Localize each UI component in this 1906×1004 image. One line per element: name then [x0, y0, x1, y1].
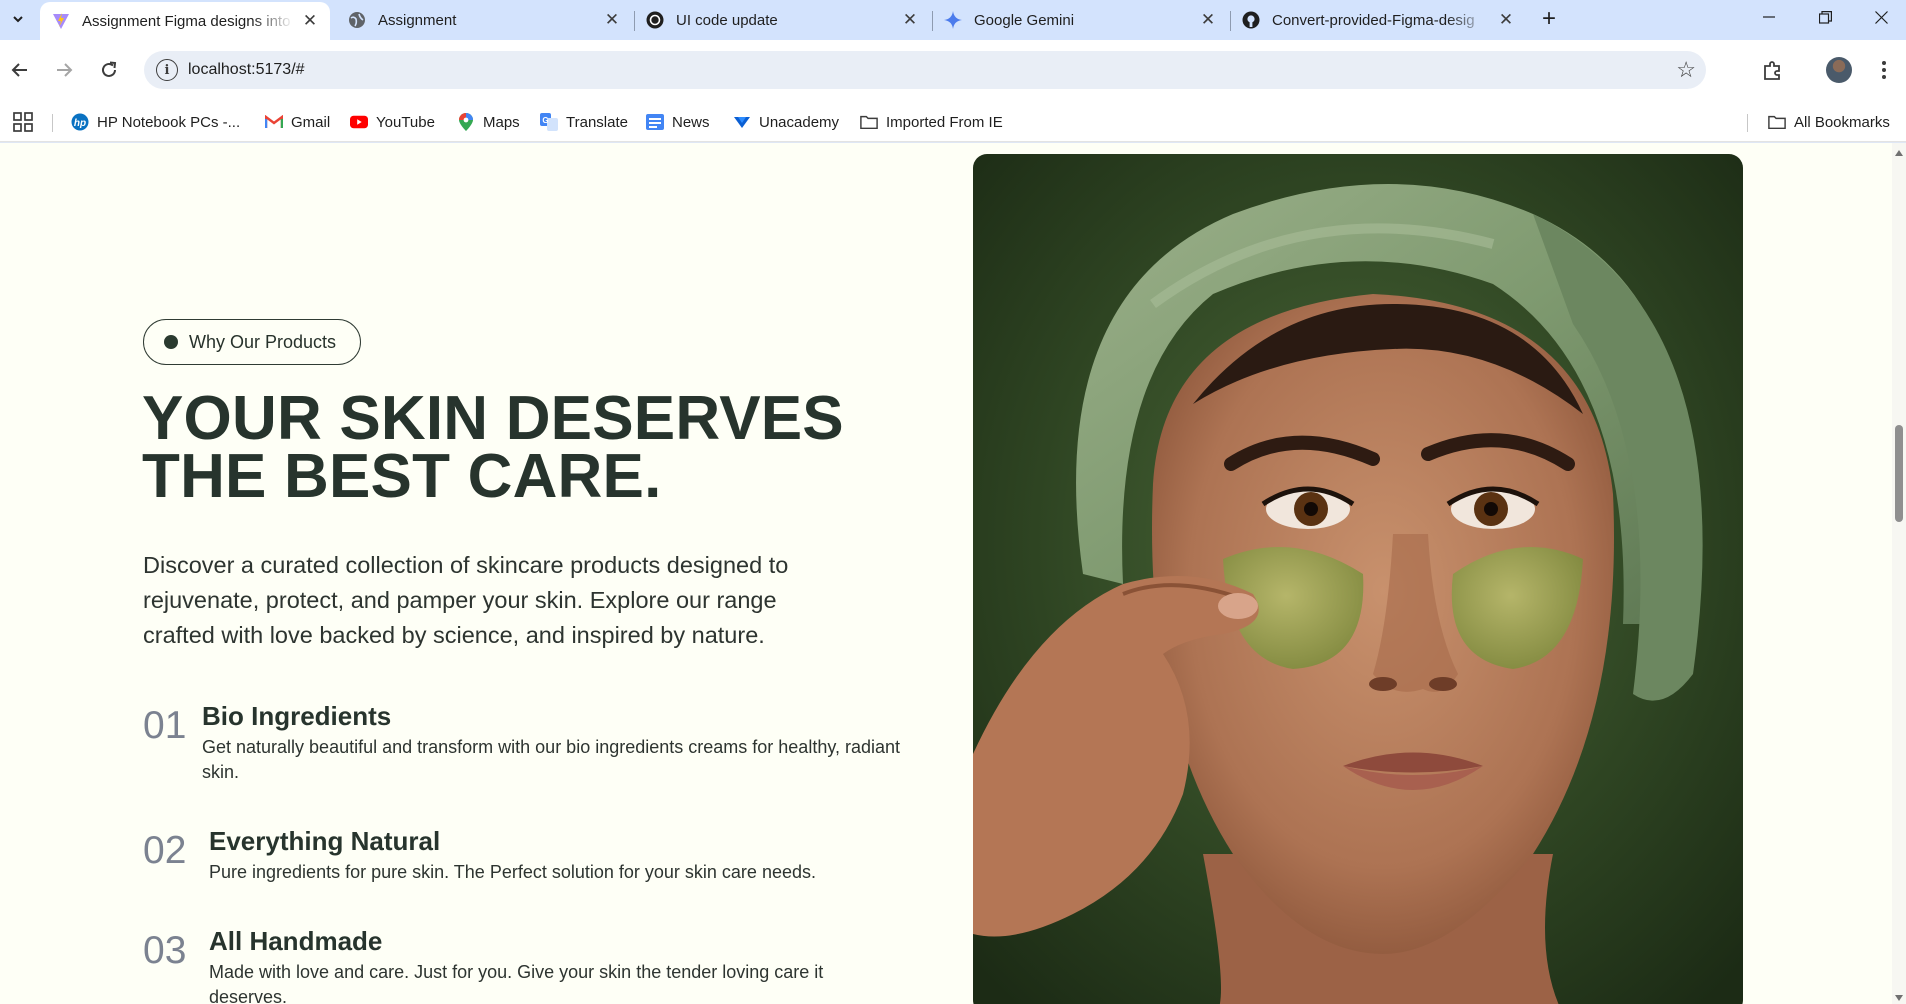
avatar [1826, 57, 1852, 83]
hero-photo-woman-eye-patches [973, 154, 1743, 1004]
hero-title-line-1: YOUR SKIN DESERVES [142, 384, 844, 453]
bookmark-gmail[interactable]: Gmail [265, 110, 330, 134]
back-arrow-icon[interactable] [3, 53, 37, 87]
chatgpt-icon [646, 11, 664, 29]
feature-number: 02 [143, 829, 187, 872]
hero-description: Discover a curated collection of skincar… [143, 552, 789, 648]
tab-github-convert[interactable]: Convert-provided-Figma-desig ✕ [1230, 3, 1526, 37]
tab-title: Convert-provided-Figma-desig [1272, 11, 1475, 29]
tab-assignment-figma[interactable]: Assignment Figma designs into ✕ [40, 2, 330, 40]
translate-icon: G [540, 113, 558, 131]
all-bookmarks[interactable]: All Bookmarks [1768, 110, 1890, 134]
news-icon [646, 113, 664, 131]
close-icon[interactable]: ✕ [602, 10, 622, 30]
bookmark-label: Translate [566, 113, 628, 131]
gmail-icon [265, 113, 283, 131]
forward-arrow-icon[interactable] [47, 53, 81, 87]
reload-icon[interactable] [92, 53, 126, 87]
close-icon[interactable]: ✕ [300, 11, 320, 31]
bookmark-label: HP Notebook PCs -... [97, 113, 241, 131]
bookmark-label: Imported From IE [886, 113, 1003, 131]
site-info-icon[interactable]: i [156, 59, 178, 81]
bookmark-maps[interactable]: Maps [457, 110, 520, 134]
scrollbar-thumb[interactable] [1895, 425, 1903, 522]
bookmark-label: Unacademy [759, 113, 840, 131]
tab-search-button[interactable] [4, 5, 32, 33]
feature-number: 01 [143, 704, 187, 747]
tab-title: Assignment Figma designs into [82, 12, 291, 30]
vertical-scrollbar[interactable] [1892, 143, 1906, 1004]
bookmark-divider [1747, 114, 1748, 132]
svg-text:G: G [542, 116, 548, 125]
scroll-down-arrow-icon[interactable] [1895, 995, 1903, 1001]
vite-icon [52, 12, 70, 30]
browser-toolbar: i localhost:5173/# ☆ [0, 40, 1906, 102]
gemini-icon [944, 11, 962, 29]
feature-text: Get naturally beautiful and transform wi… [202, 737, 901, 782]
bookmark-label: YouTube [376, 113, 435, 131]
plus-icon[interactable]: + [1535, 5, 1563, 33]
bookmark-youtube[interactable]: YouTube [350, 110, 435, 134]
feature-number: 03 [143, 929, 187, 972]
tab-strip: Assignment Figma designs into ✕ Assignme… [0, 0, 1906, 40]
hero-title: YOUR SKIN DESERVES THE BEST CARE. [142, 384, 902, 511]
bookmark-news[interactable]: News [646, 110, 710, 134]
github-icon [1242, 11, 1260, 29]
youtube-icon [350, 113, 368, 131]
feature-title: Bio Ingredients [202, 701, 392, 731]
extensions-puzzle-icon[interactable] [1756, 53, 1790, 87]
folder-icon [860, 113, 878, 131]
tab-ui-code-update[interactable]: UI code update ✕ [634, 3, 930, 37]
close-icon[interactable]: ✕ [900, 10, 920, 30]
tab-assignment[interactable]: Assignment ✕ [336, 3, 632, 37]
url-text[interactable]: localhost:5173/# [188, 61, 305, 79]
tab-title: UI code update [676, 11, 778, 29]
address-bar[interactable]: i localhost:5173/# ☆ [144, 51, 1706, 89]
unacademy-icon [733, 113, 751, 131]
tab-google-gemini[interactable]: Google Gemini ✕ [932, 3, 1228, 37]
tab-title: Google Gemini [974, 11, 1075, 29]
feature-title: Everything Natural [209, 826, 441, 856]
maps-icon [457, 113, 475, 131]
globe-icon [348, 11, 366, 29]
minimize-icon[interactable] [1741, 0, 1797, 34]
svg-text:hp: hp [74, 118, 86, 129]
bookmark-translate[interactable]: G Translate [540, 110, 628, 134]
bookmark-star-icon[interactable]: ☆ [1676, 57, 1696, 83]
hero-photo-illustration [973, 154, 1743, 1004]
tab-title: Assignment [378, 11, 457, 29]
bookmark-label: News [672, 113, 710, 131]
scroll-up-arrow-icon[interactable] [1895, 150, 1903, 156]
bookmark-label: Maps [483, 113, 520, 131]
bookmark-hp[interactable]: hp HP Notebook PCs -... [71, 110, 240, 134]
feature-text: Pure ingredients for pure skin. The Perf… [209, 862, 816, 882]
feature-title: All Handmade [209, 926, 383, 956]
badge-dot [164, 335, 178, 349]
apps-grid-icon[interactable] [13, 110, 33, 134]
restore-icon[interactable] [1797, 0, 1853, 34]
more-menu-icon[interactable] [1867, 53, 1901, 87]
hp-icon: hp [71, 113, 89, 131]
all-bookmarks-label: All Bookmarks [1794, 113, 1890, 131]
page-viewport: Why Our Products YOUR SKIN DESERVES THE … [0, 143, 1906, 1004]
bookmark-divider [52, 114, 53, 132]
folder-icon [1768, 113, 1786, 131]
badge-label: Why Our Products [189, 331, 337, 352]
close-window-icon[interactable] [1853, 0, 1906, 34]
chevron-down-icon [13, 16, 23, 23]
close-icon[interactable]: ✕ [1496, 10, 1516, 30]
feature-text: Made with love and care. Just for you. G… [209, 962, 824, 1004]
close-icon[interactable]: ✕ [1198, 10, 1218, 30]
profile-avatar[interactable] [1822, 53, 1856, 87]
bookmark-label: Gmail [291, 113, 331, 131]
bookmark-imported-ie[interactable]: Imported From IE [860, 110, 1003, 134]
bookmarks-bar: hp HP Notebook PCs -... Gmail YouTube Ma… [0, 102, 1906, 142]
bookmark-unacademy[interactable]: Unacademy [733, 110, 839, 134]
why-products-badge: Why Our Products [143, 319, 361, 365]
hero-title-line-2: THE BEST CARE. [142, 442, 662, 511]
